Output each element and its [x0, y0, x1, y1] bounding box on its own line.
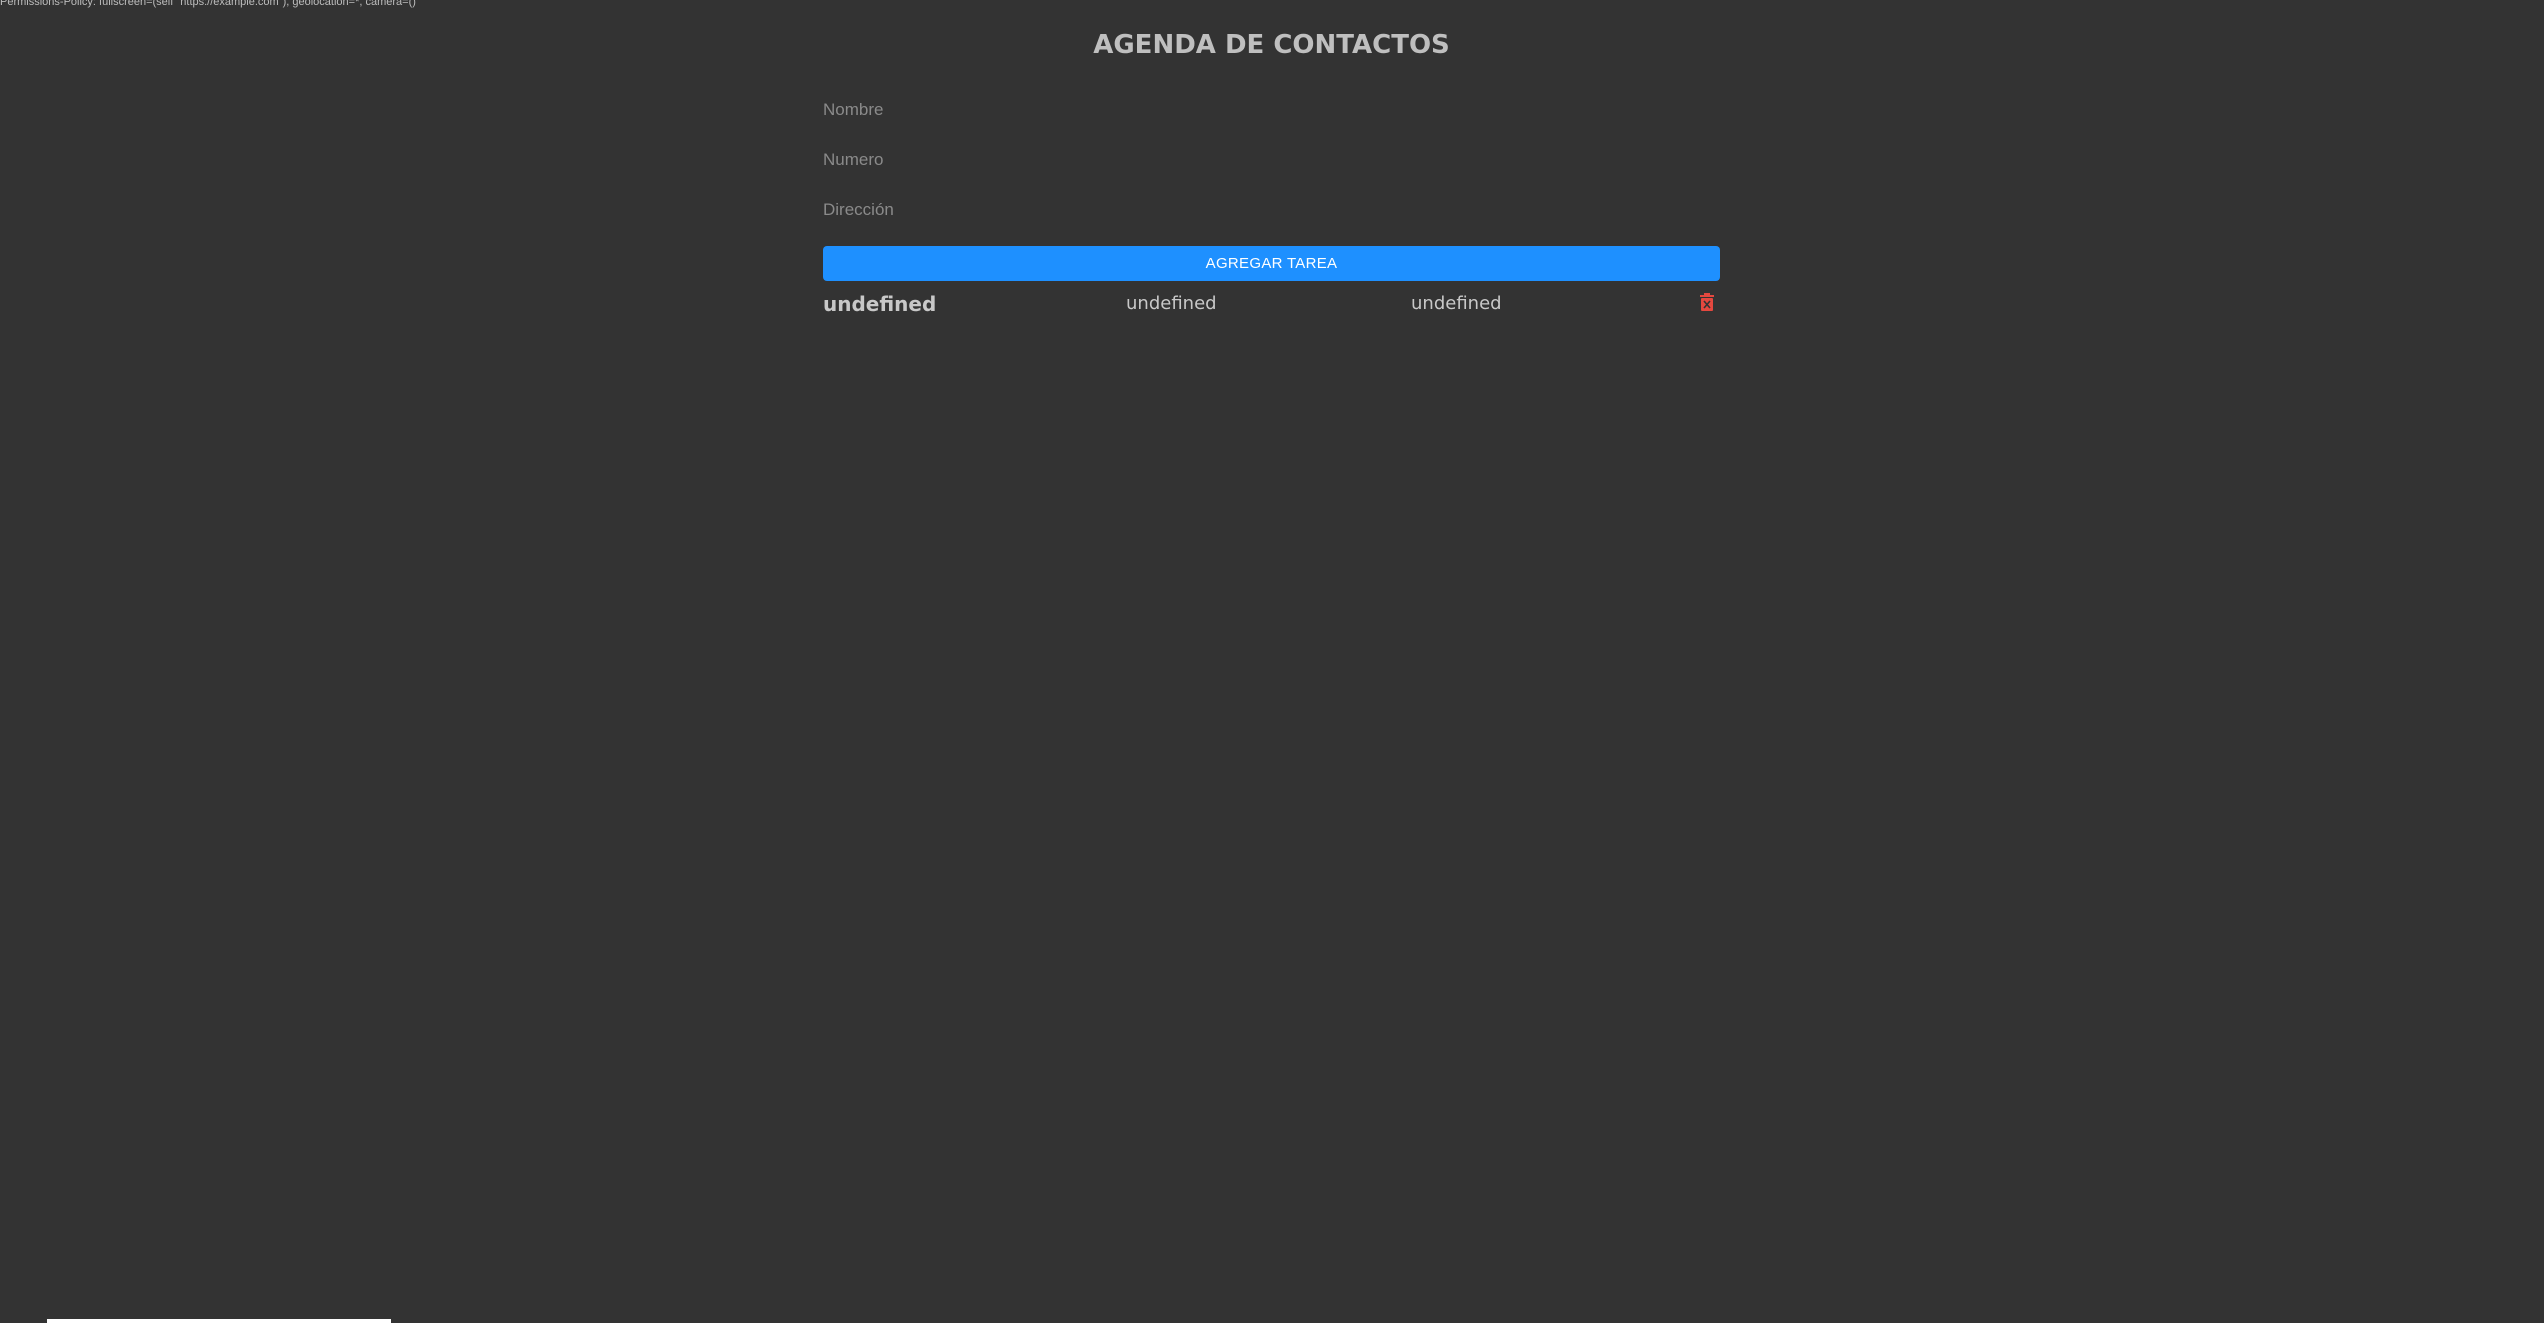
delete-contact-button[interactable] — [1699, 292, 1715, 312]
page-title: AGENDA DE CONTACTOS — [1093, 30, 1450, 60]
contact-row: undefined undefined undefined — [823, 290, 1720, 320]
contact-name: undefined — [823, 292, 937, 316]
console-message: Permissions-Policy: fullscreen=(self "ht… — [0, 0, 416, 8]
contact-address: undefined — [1411, 293, 1502, 314]
name-input[interactable] — [823, 94, 1720, 126]
number-input[interactable] — [823, 144, 1720, 176]
contact-number: undefined — [1126, 293, 1217, 314]
horizontal-scrollbar-thumb[interactable] — [47, 1319, 391, 1323]
trash-icon — [1700, 293, 1714, 311]
add-contact-button[interactable]: AGREGAR TAREA — [823, 246, 1720, 281]
address-input[interactable] — [823, 194, 1720, 226]
